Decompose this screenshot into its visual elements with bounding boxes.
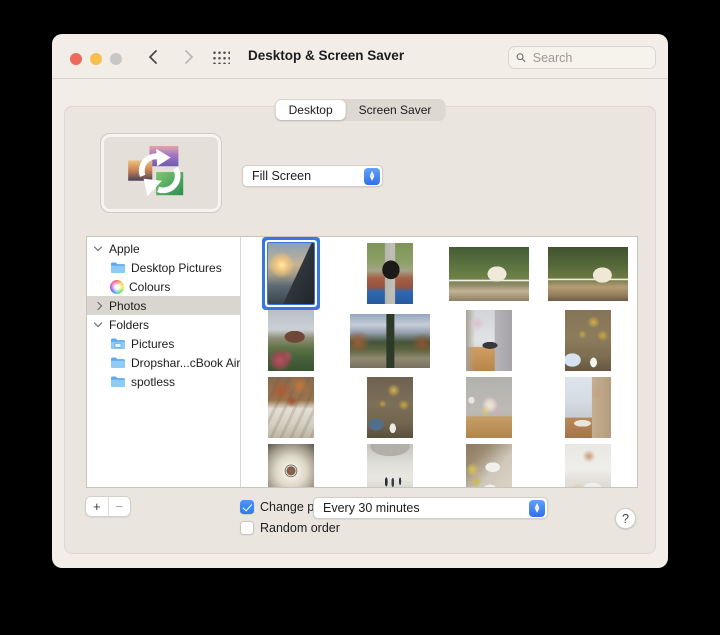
photo-thumbnail-yellow-leaves-screen[interactable] [367,377,413,438]
folder-image-icon [110,337,126,350]
interval-value: Every 30 minutes [323,501,529,515]
photo-thumbnail-bright-cafe-person[interactable] [565,444,611,487]
photo-thumbnail-woman-at-cafe-window[interactable] [565,377,611,438]
sidebar-item-apple[interactable]: Apple [87,239,240,258]
search-field[interactable] [508,46,656,69]
photo-thumbnail-sunset-lake-boat[interactable] [268,243,314,304]
sidebar-item-label: Photos [109,299,146,313]
photo-thumbnail-table-plates-dishes[interactable] [466,444,512,487]
sidebar-item-label: spotless [131,375,175,389]
folder-icon [110,261,126,274]
add-folder-button[interactable]: + [86,497,108,516]
remove-folder-button[interactable]: − [108,497,131,516]
photo-thumbnail-ship-on-shore[interactable] [268,310,314,371]
add-remove-group: + − [85,496,131,517]
sidebar-item-dropshar-cbook-air[interactable]: Dropshar...cBook Air [87,353,240,372]
folder-icon [110,356,126,369]
photo-thumbnail-reeds-platform-2[interactable] [548,247,628,301]
photo-thumbnail-autumn-park[interactable] [350,314,430,368]
chevron-right-icon [184,50,194,64]
picture-source-box: Apple Desktop Pictures Colours Photos Folder… [86,236,638,488]
photo-grid [241,237,637,487]
sidebar-item-spotless[interactable]: spotless [87,372,240,391]
desktop-preview-tile [100,133,222,213]
minimize-button[interactable] [90,53,102,65]
photo-thumbnail-autumn-leaves-table[interactable] [268,377,314,438]
sidebar-item-label: Apple [109,242,140,256]
random-order-checkbox[interactable] [240,521,254,535]
chevron-down-icon[interactable] [94,319,102,327]
sidebar-item-label: Folders [109,318,149,332]
photo-thumbnail-art-gallery-people[interactable] [367,444,413,487]
fill-mode-select[interactable]: Fill Screen ▲▼ [242,165,383,187]
show-all-grid-icon[interactable] [212,49,230,64]
sidebar-item-pictures[interactable]: Pictures [87,334,240,353]
sidebar-item-label: Colours [129,280,170,294]
sidebar-item-desktop-pictures[interactable]: Desktop Pictures [87,258,240,277]
tab-bar: Desktop Screen Saver [275,99,446,121]
color-wheel-icon [110,280,124,294]
chevron-down-icon[interactable] [94,243,102,251]
sidebar-item-label: Desktop Pictures [131,261,222,275]
random-order-label[interactable]: Random order [260,521,340,535]
select-stepper-icon: ▲▼ [364,168,380,185]
random-order-row: Random order [240,521,340,535]
forward-button[interactable] [178,46,200,68]
folder-icon [110,375,126,388]
photo-thumbnail-spotlit-painting[interactable] [268,444,314,487]
photo-thumbnail-autumn-leaves-laptop[interactable] [565,310,611,371]
tab-screen-saver[interactable]: Screen Saver [346,100,445,120]
search-input[interactable] [531,50,648,66]
sidebar-item-label: Dropshar...cBook Air [131,356,240,370]
window-title: Desktop & Screen Saver [248,48,404,63]
chevron-left-icon [148,50,158,64]
close-button[interactable] [70,53,82,65]
photo-thumbnail-person-brick-wall[interactable] [367,243,413,304]
back-button[interactable] [142,46,164,68]
sidebar-item-folders[interactable]: Folders [87,315,240,334]
select-stepper-icon: ▲▼ [529,500,545,517]
chevron-right-icon[interactable] [94,301,102,309]
rotating-pictures-icon [127,145,195,201]
help-button[interactable]: ? [615,508,636,529]
photo-thumbnail-reeds-platform-1[interactable] [449,247,529,301]
photo-thumbnail-desk-laptop-flowers[interactable] [466,310,512,371]
fill-mode-value: Fill Screen [252,169,364,183]
tab-desktop[interactable]: Desktop [276,100,346,120]
sidebar-item-photos[interactable]: Photos [87,296,240,315]
interval-select[interactable]: Every 30 minutes ▲▼ [313,497,548,519]
zoom-button [110,53,122,65]
sidebar-item-label: Pictures [131,337,174,351]
photo-thumbnail-flower-bouquet-table[interactable] [466,377,512,438]
change-picture-checkbox[interactable] [240,500,254,514]
preferences-window: Desktop & Screen Saver Desktop Screen Sa… [52,34,668,568]
title-bar: Desktop & Screen Saver [52,34,668,79]
sidebar-list: Apple Desktop Pictures Colours Photos Folder… [87,237,241,487]
traffic-lights [70,53,122,65]
sidebar-item-colours[interactable]: Colours [87,277,240,296]
search-icon [516,52,526,63]
